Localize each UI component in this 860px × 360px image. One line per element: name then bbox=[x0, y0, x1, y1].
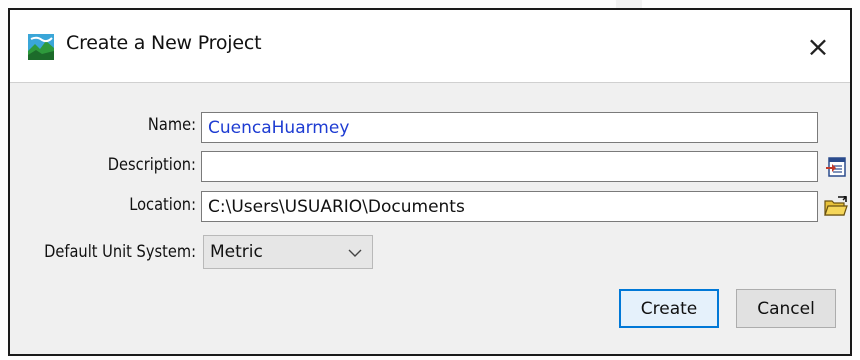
name-input[interactable] bbox=[201, 112, 818, 143]
window-title: Create a New Project bbox=[66, 32, 262, 54]
description-input[interactable] bbox=[201, 151, 818, 182]
title-bar: Create a New Project × bbox=[10, 10, 850, 83]
description-label: Description: bbox=[107, 155, 196, 175]
location-input[interactable] bbox=[201, 191, 818, 222]
create-button-label: Create bbox=[640, 298, 698, 319]
cancel-button[interactable]: Cancel bbox=[736, 289, 836, 328]
browse-location-button[interactable] bbox=[822, 193, 850, 221]
unit-system-select[interactable]: Metric bbox=[203, 235, 373, 269]
close-icon: × bbox=[806, 29, 830, 63]
location-label: Location: bbox=[129, 195, 196, 215]
cancel-button-label: Cancel bbox=[757, 298, 815, 319]
name-label: Name: bbox=[147, 115, 196, 135]
chevron-down-icon bbox=[348, 249, 362, 257]
app-icon bbox=[28, 34, 54, 60]
close-button[interactable]: × bbox=[786, 10, 850, 82]
create-project-dialog: Create a New Project × Name: Description… bbox=[8, 8, 852, 356]
create-button[interactable]: Create bbox=[619, 289, 719, 328]
unit-system-label: Default Unit System: bbox=[44, 242, 196, 262]
edit-description-icon bbox=[826, 157, 846, 177]
unit-system-value: Metric bbox=[210, 242, 263, 262]
description-edit-button[interactable] bbox=[822, 153, 850, 181]
open-folder-icon bbox=[824, 196, 848, 216]
